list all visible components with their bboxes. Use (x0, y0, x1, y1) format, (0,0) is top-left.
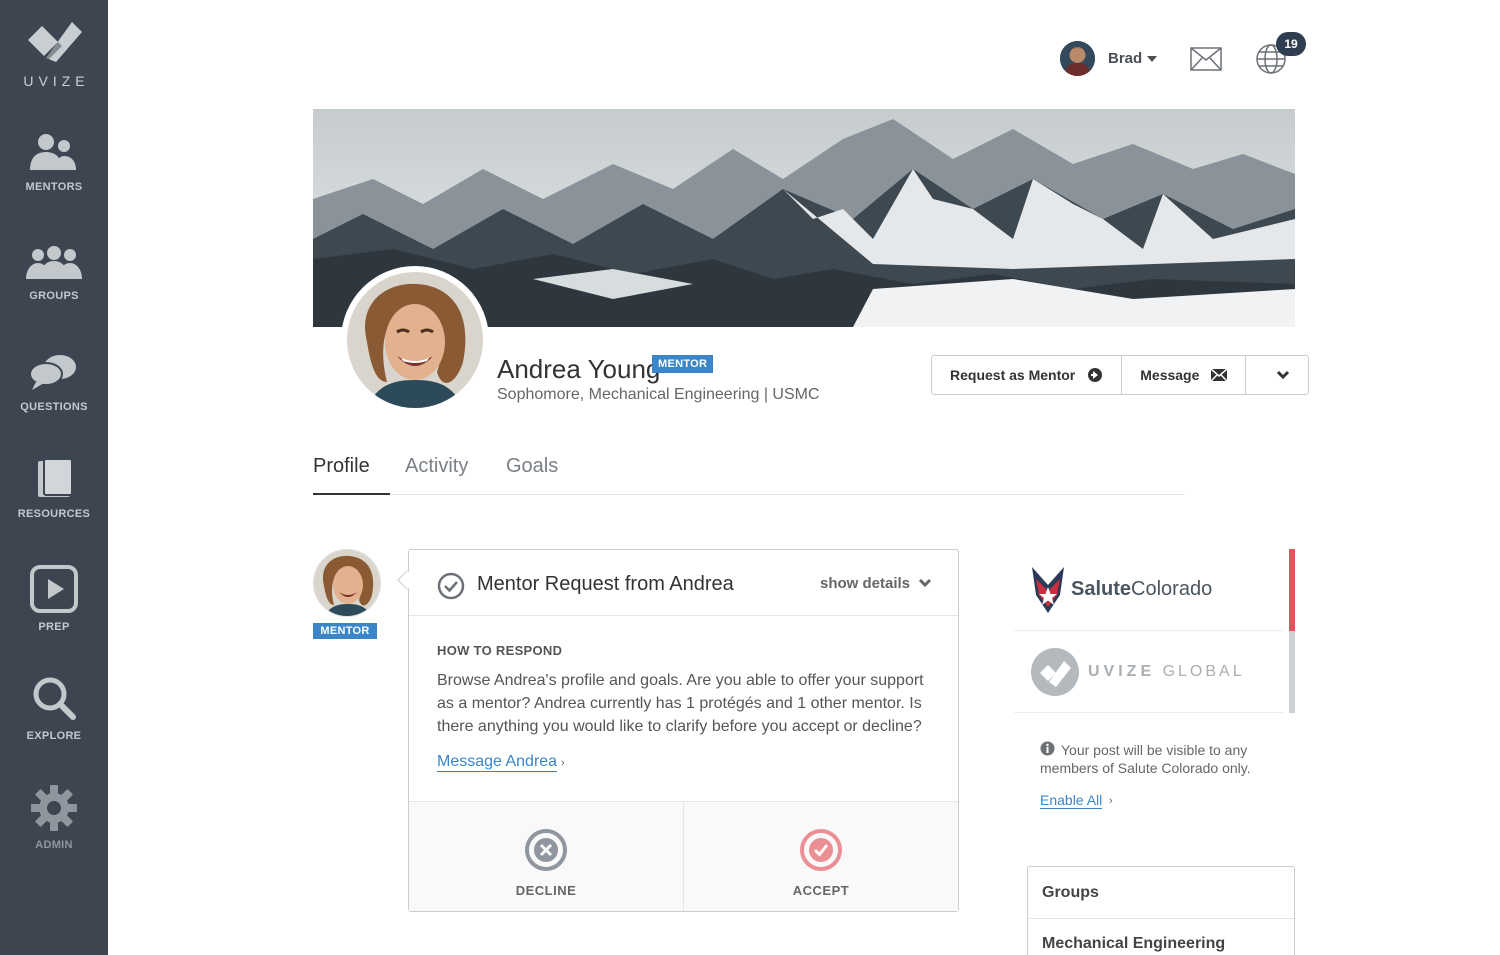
groups-panel: Groups Mechanical Engineering (1027, 866, 1295, 955)
show-details-toggle[interactable]: show details (820, 575, 932, 592)
accept-button[interactable]: ACCEPT (683, 802, 958, 911)
message-label: Message (1140, 367, 1200, 383)
sidebar-item-groups[interactable]: GROUPS (0, 245, 108, 302)
org1-name-bold: Salute (1071, 578, 1132, 600)
how-to-respond-heading: HOW TO RESPOND (437, 643, 563, 658)
gear-icon (31, 785, 77, 831)
profile-name: Andrea Young (497, 354, 661, 384)
profile-photo[interactable] (341, 266, 489, 414)
decline-button[interactable]: DECLINE (409, 802, 683, 911)
uvize-global-logo-icon (1031, 648, 1079, 696)
salute-colorado-name: SaluteColorado (1071, 578, 1212, 601)
profile-subtitle: Sophomore, Mechanical Engineering | USMC (497, 386, 820, 403)
resources-icon (38, 458, 73, 497)
user-menu[interactable]: Brad (1108, 50, 1158, 67)
mentor-request-card: Mentor Request from Andrea show details … (408, 549, 959, 912)
chevron-down-icon (919, 578, 932, 588)
request-mentor-button[interactable]: Request as Mentor (932, 356, 1121, 394)
profile-tabs: Profile Activity Goals (313, 455, 1185, 495)
sidebar-item-explore[interactable]: EXPLORE (0, 675, 108, 742)
request-description: Browse Andrea's profile and goals. Are y… (437, 672, 924, 735)
chevron-down-icon (1147, 56, 1158, 63)
profile-photo-image (347, 272, 483, 408)
org2-name-rest: GLOBAL (1162, 663, 1245, 680)
user-avatar[interactable] (1060, 41, 1095, 76)
tab-goals[interactable]: Goals (506, 455, 558, 495)
mentors-icon (30, 134, 76, 170)
visibility-notice: Your post will be visible to any members… (1040, 741, 1280, 777)
scrollbar-selected-indicator[interactable] (1289, 549, 1295, 631)
org-salute-colorado[interactable]: SaluteColorado (1014, 549, 1284, 631)
sidebar-item-label: ADMIN (35, 839, 73, 851)
group-item[interactable]: Mechanical Engineering (1042, 935, 1225, 953)
card-title: Mentor Request from Andrea (477, 573, 734, 595)
play-icon (30, 565, 78, 613)
enable-all-link[interactable]: Enable All (1040, 792, 1103, 809)
tab-activity[interactable]: Activity (405, 455, 468, 495)
check-circle-icon (437, 572, 465, 600)
requester-avatar[interactable] (313, 549, 381, 617)
mentor-badge: MENTOR (652, 355, 714, 373)
visibility-notice-text: Your post will be visible to any members… (1040, 742, 1251, 776)
logo-wordmark: UVIZE (23, 73, 90, 89)
uvize-logo[interactable]: UVIZE (0, 18, 108, 89)
notification-badge[interactable]: 19 (1276, 32, 1306, 56)
card-actions: DECLINE ACCEPT (409, 801, 958, 911)
request-mentor-label: Request as Mentor (950, 367, 1076, 383)
uvize-global-name: UVIZE GLOBAL (1088, 663, 1245, 681)
card-header: Mentor Request from Andrea show details (409, 550, 958, 616)
sidebar-item-label: GROUPS (29, 290, 79, 302)
scrollbar-track[interactable] (1289, 631, 1295, 713)
profile-actions: Request as Mentor Message (931, 355, 1310, 395)
divider (1028, 918, 1294, 919)
search-icon (33, 677, 76, 720)
sidebar-item-prep[interactable]: PREP (0, 564, 108, 633)
tab-profile[interactable]: Profile (313, 455, 390, 495)
sidebar-item-label: MENTORS (25, 181, 83, 193)
arrow-right-circle-icon (1088, 368, 1103, 382)
requester-avatar-image (314, 550, 380, 616)
message-button[interactable]: Message (1121, 356, 1245, 394)
info-icon (1040, 741, 1055, 756)
chevron-right-icon: › (1109, 795, 1113, 807)
accept-label: ACCEPT (792, 883, 850, 898)
sidebar-item-label: RESOURCES (17, 508, 91, 520)
org2-name-bold: UVIZE (1088, 663, 1156, 680)
envelope-icon (1211, 369, 1228, 381)
show-details-label: show details (820, 575, 911, 592)
questions-icon (29, 355, 76, 390)
requester-mentor-badge: MENTOR (313, 623, 377, 639)
salute-colorado-logo-icon (1032, 567, 1064, 613)
chevron-right-icon: › (561, 757, 565, 769)
chevron-down-icon (1277, 370, 1290, 380)
sidebar-item-label: PREP (38, 621, 70, 633)
sidebar-item-admin[interactable]: ADMIN (0, 784, 108, 851)
decline-label: DECLINE (515, 883, 577, 898)
decline-x-icon (525, 829, 567, 871)
message-andrea-link[interactable]: Message Andrea (437, 753, 558, 772)
accept-check-icon (800, 829, 842, 871)
mail-icon[interactable] (1190, 47, 1222, 71)
groups-icon (26, 246, 82, 279)
sidebar-item-resources[interactable]: RESOURCES (0, 457, 108, 520)
org1-name-rest: Colorado (1131, 578, 1213, 600)
user-avatar-image (1060, 41, 1095, 76)
sidebar-item-label: EXPLORE (26, 730, 82, 742)
sidebar: UVIZE MENTORS GROUPS QUESTIONS RESOURCES… (0, 0, 108, 955)
uvize-logo-icon (28, 22, 82, 62)
user-name: Brad (1108, 50, 1143, 67)
sidebar-item-mentors[interactable]: MENTORS (0, 132, 108, 193)
org-uvize-global[interactable]: UVIZE GLOBAL (1014, 631, 1284, 713)
groups-title: Groups (1042, 884, 1099, 901)
sidebar-item-label: QUESTIONS (20, 401, 88, 413)
more-actions-button[interactable] (1245, 356, 1308, 394)
sidebar-item-questions[interactable]: QUESTIONS (0, 352, 108, 413)
